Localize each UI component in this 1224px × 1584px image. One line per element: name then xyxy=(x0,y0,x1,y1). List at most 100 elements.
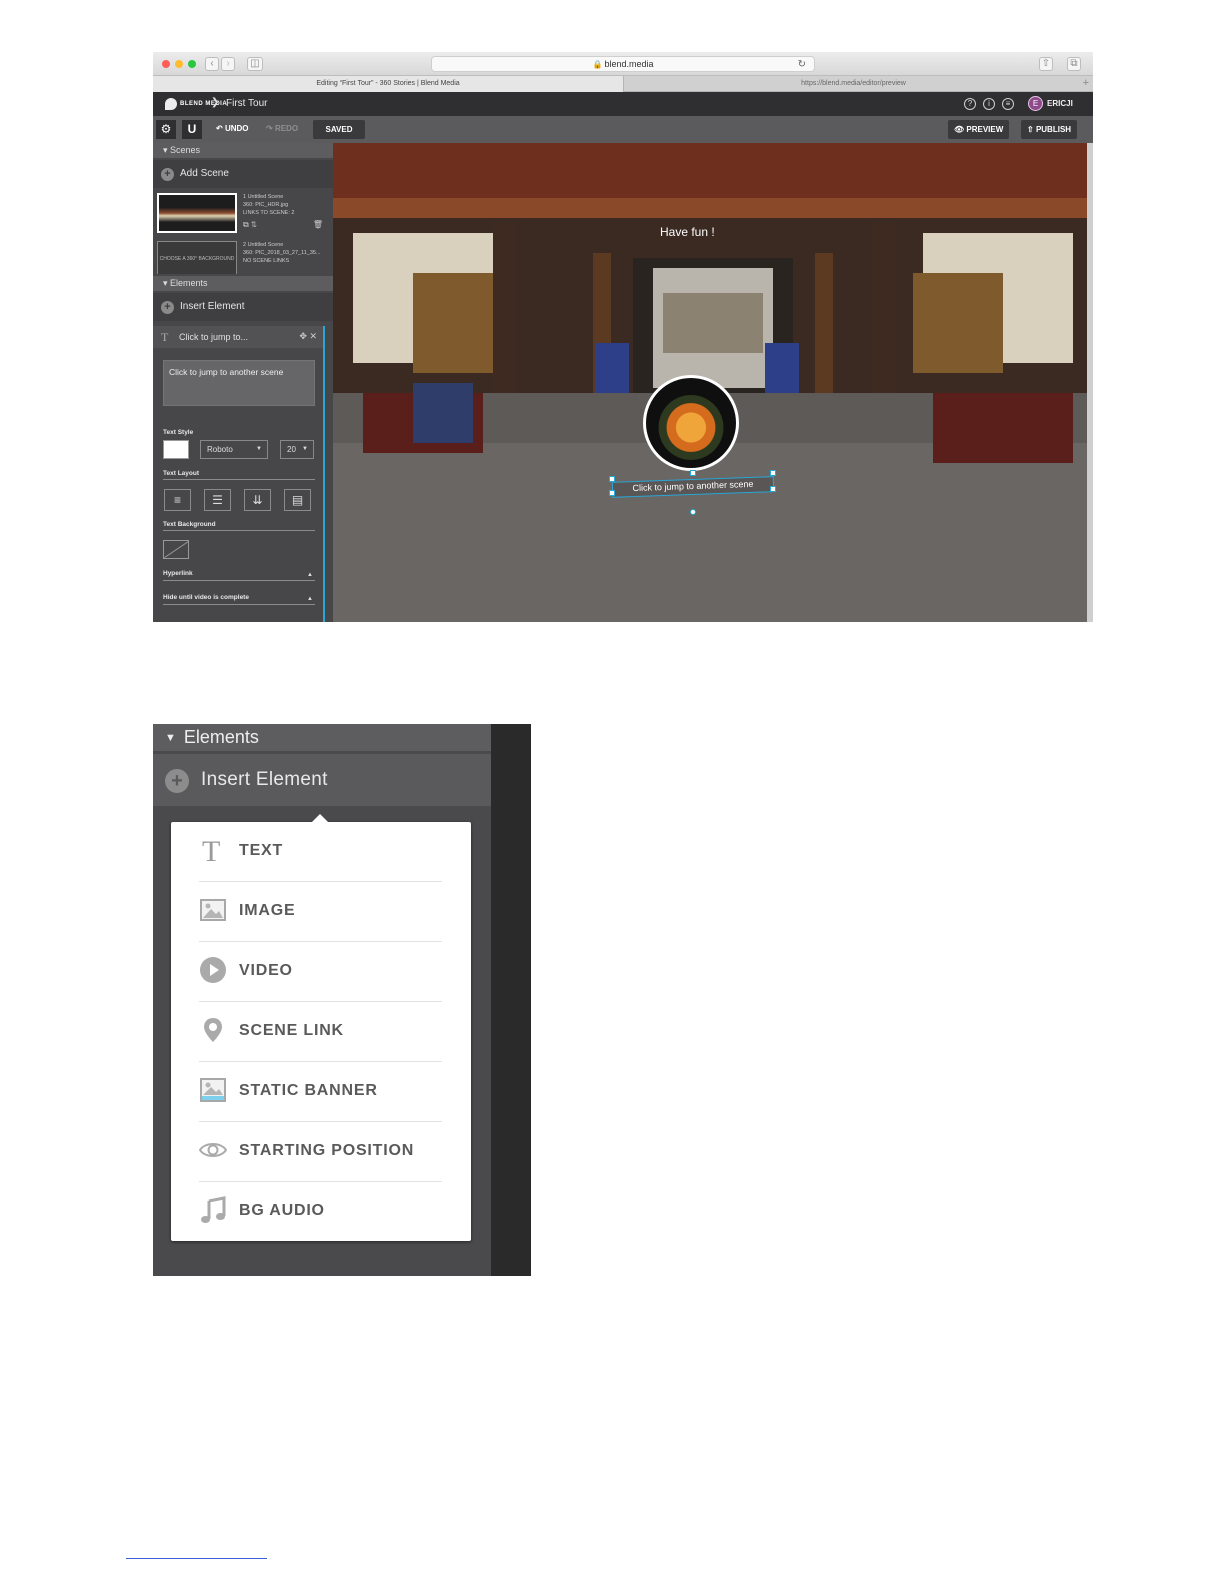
element-tools-icon[interactable]: ✥ ✕ xyxy=(299,331,317,342)
hyperlink-toggle[interactable]: Hyperlink xyxy=(163,570,193,577)
menu-item-video[interactable]: VIDEO xyxy=(199,942,442,1002)
scene-meta: 1 Untitled Scene 360: PIC_HDR.jpg LINKS … xyxy=(243,193,294,217)
redo-label: REDO xyxy=(274,124,299,133)
insert-element-label: Insert Element xyxy=(180,301,245,312)
rotate-handle[interactable] xyxy=(690,509,696,515)
address-text: blend.media xyxy=(604,59,654,69)
insert-element-button[interactable]: + Insert Element xyxy=(153,754,491,806)
browser-tab-bar: Editing “First Tour” - 360 Stories | Ble… xyxy=(153,76,1093,92)
menu-item-label: IMAGE xyxy=(239,902,296,919)
tab-editor[interactable]: Editing “First Tour” - 360 Stories | Ble… xyxy=(153,76,623,92)
map-pin-icon xyxy=(204,1018,222,1042)
banner-icon xyxy=(200,1078,226,1102)
font-size-select[interactable]: 20 ▼ xyxy=(280,440,314,459)
no-background-swatch[interactable] xyxy=(163,540,189,559)
caret-down-icon: ▼ xyxy=(302,446,308,452)
triangle-down-icon: ▼ xyxy=(165,732,176,744)
scene-background-placeholder[interactable]: CHOOSE A 360° BACKGROUND xyxy=(157,241,237,274)
resize-handle[interactable] xyxy=(609,490,615,496)
elements-section-header[interactable]: ▼ Elements xyxy=(153,724,491,751)
text-content-field[interactable]: Click to jump to another scene xyxy=(163,360,315,406)
address-bar[interactable]: 🔒 blend.media ↻ xyxy=(431,56,815,72)
menu-item-label: SCENE LINK xyxy=(239,1022,344,1039)
undo-button[interactable]: ↶ UNDO xyxy=(216,124,249,133)
hide-until-complete-toggle[interactable]: Hide until video is complete xyxy=(163,594,249,601)
minimize-window-button[interactable] xyxy=(175,60,183,68)
resize-handle[interactable] xyxy=(690,470,696,476)
tabs-overview-icon[interactable]: ⧉ xyxy=(1067,57,1081,71)
user-name[interactable]: ERICJI xyxy=(1047,99,1073,108)
selected-text-element[interactable]: T Click to jump to... ✥ ✕ xyxy=(153,326,325,348)
zoom-window-button[interactable] xyxy=(188,60,196,68)
help-icon[interactable]: ? xyxy=(964,98,976,110)
scene-link-hotspot[interactable] xyxy=(643,375,739,471)
eye-icon xyxy=(199,1143,227,1157)
tab-preview[interactable]: https://blend.media/editor/preview xyxy=(623,76,1083,92)
duplicate-icon[interactable]: ⧉ ⇅ xyxy=(243,220,257,230)
scenes-section-header[interactable]: ▾ Scenes xyxy=(153,143,333,158)
u-logo-icon[interactable]: U xyxy=(182,120,202,139)
menu-item-static-banner[interactable]: STATIC BANNER xyxy=(199,1062,442,1122)
insert-element-button[interactable]: + Insert Element xyxy=(153,293,333,321)
align-list-icon[interactable]: ☰ xyxy=(204,489,231,511)
trash-icon[interactable]: 🗑 xyxy=(313,220,323,229)
editor-screenshot: ‹ › ◫ 🔒 blend.media ↻ ⇧ ⧉ Editing “First … xyxy=(153,52,1093,622)
resize-handle[interactable] xyxy=(770,470,776,476)
insert-element-screenshot: ▼ Elements + Insert Element T TEXT IMAGE … xyxy=(153,724,531,1276)
menu-item-bg-audio[interactable]: BG AUDIO xyxy=(199,1182,442,1242)
menu-item-label: BG AUDIO xyxy=(239,1202,325,1219)
add-scene-label: Add Scene xyxy=(180,168,229,179)
preview-button[interactable]: 👁 PREVIEW xyxy=(948,120,1010,139)
reload-icon[interactable]: ↻ xyxy=(798,58,806,72)
sidebar-toggle-icon[interactable]: ◫ xyxy=(247,57,263,71)
elements-header-label: Elements xyxy=(183,727,259,747)
align-vertical-icon[interactable]: ▤ xyxy=(284,489,311,511)
scene-item-1[interactable]: 1 Untitled Scene 360: PIC_HDR.jpg LINKS … xyxy=(157,190,329,238)
caret-up-icon[interactable]: ▲ xyxy=(307,572,313,578)
overlay-text[interactable]: Have fun ! xyxy=(660,225,715,239)
font-value: Roboto xyxy=(207,445,233,454)
divider xyxy=(163,604,315,605)
menu-item-text[interactable]: T TEXT xyxy=(199,822,442,882)
avatar[interactable]: E xyxy=(1028,96,1043,111)
scene-viewport[interactable]: Have fun ! Click to jump to another scen… xyxy=(333,143,1093,622)
project-title: First Tour xyxy=(226,98,268,109)
text-background-label: Text Background xyxy=(163,521,216,528)
insert-element-label: Insert Element xyxy=(201,769,328,790)
caret-up-icon[interactable]: ▲ xyxy=(307,596,313,602)
align-center-icon[interactable]: ≡ xyxy=(164,489,191,511)
chat-icon[interactable]: ≡ xyxy=(1002,98,1014,110)
elements-section-header[interactable]: ▾ Elements xyxy=(153,276,333,291)
plus-circle-icon: + xyxy=(161,168,174,181)
divider xyxy=(163,580,315,581)
align-indent-icon[interactable]: ⇊ xyxy=(244,489,271,511)
menu-item-scene-link[interactable]: SCENE LINK xyxy=(199,1002,442,1062)
new-tab-icon[interactable]: + xyxy=(1083,76,1089,91)
scene-meta: 2 Untitled Scene 360: PIC_2018_03_27_11_… xyxy=(243,241,321,265)
scene-item-2[interactable]: CHOOSE A 360° BACKGROUND 2 Untitled Scen… xyxy=(157,238,329,274)
back-button[interactable]: ‹ xyxy=(205,57,219,71)
element-name: Click to jump to... xyxy=(179,332,249,342)
close-window-button[interactable] xyxy=(162,60,170,68)
menu-item-starting-position[interactable]: STARTING POSITION xyxy=(199,1122,442,1182)
publish-button[interactable]: ⇧ PUBLISH xyxy=(1021,120,1078,139)
add-scene-button[interactable]: + Add Scene xyxy=(153,160,333,188)
resize-handle[interactable] xyxy=(770,486,776,492)
editor-sidebar: ▾ Scenes + Add Scene 1 Untitled Scene 36… xyxy=(153,143,333,622)
share-icon[interactable]: ⇧ xyxy=(1039,57,1053,71)
resize-handle[interactable] xyxy=(609,476,615,482)
browser-toolbar: ‹ › ◫ 🔒 blend.media ↻ ⇧ ⧉ xyxy=(153,52,1093,76)
forward-button[interactable]: › xyxy=(221,57,235,71)
menu-item-image[interactable]: IMAGE xyxy=(199,882,442,942)
info-icon[interactable]: i xyxy=(983,98,995,110)
viewport-edge xyxy=(1087,143,1093,622)
text-style-label: Text Style xyxy=(163,429,194,436)
plus-circle-icon: + xyxy=(161,301,174,314)
redo-button[interactable]: ↷ REDO xyxy=(266,124,298,133)
text-color-swatch[interactable] xyxy=(163,440,189,459)
settings-gear-icon[interactable]: ⚙ xyxy=(156,120,176,139)
saved-status-button[interactable]: SAVED xyxy=(313,120,365,139)
insert-element-menu: T TEXT IMAGE VIDEO SCENE LINK STATIC BAN… xyxy=(171,814,471,1242)
publish-label: PUBLISH xyxy=(1035,125,1072,134)
font-select[interactable]: Roboto ▼ xyxy=(200,440,268,459)
